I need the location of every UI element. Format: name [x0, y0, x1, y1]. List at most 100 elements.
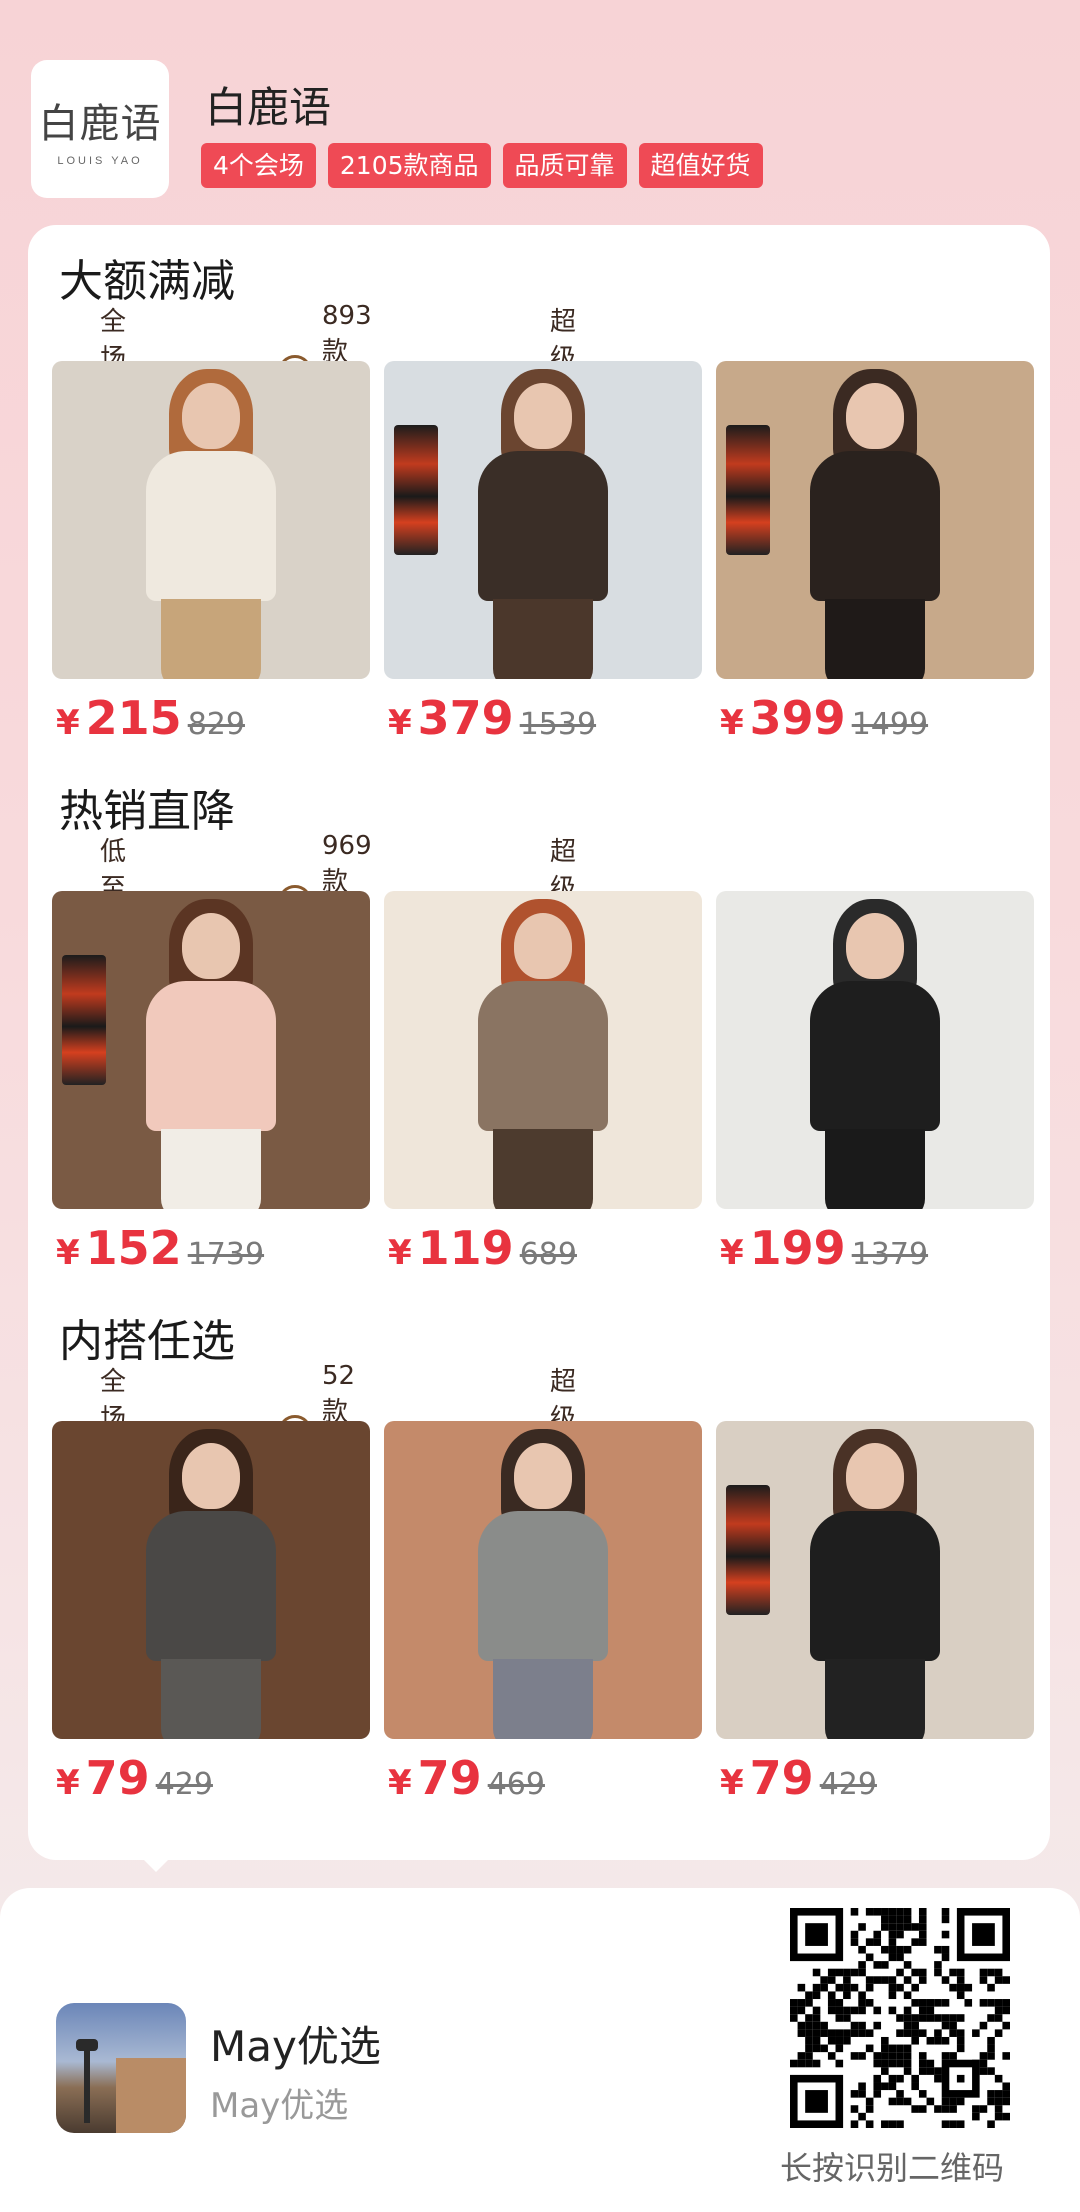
model-figure: [146, 369, 276, 679]
sale-price: 79: [749, 1751, 814, 1805]
avatar-building: [116, 2058, 186, 2133]
promo-badge-icon: [62, 955, 106, 1085]
original-price: 1379: [851, 1237, 929, 1272]
model-head: [846, 383, 904, 449]
model-head: [182, 1443, 240, 1509]
brand-name[interactable]: 白鹿语: [205, 74, 331, 135]
model-figure: [810, 899, 940, 1209]
price-row: ¥79 469: [388, 1751, 545, 1805]
currency-symbol: ¥: [388, 1233, 412, 1273]
sale-price: 79: [417, 1751, 482, 1805]
product-image[interactable]: [384, 1421, 702, 1739]
price-row: ¥119 689: [388, 1221, 577, 1275]
product-image[interactable]: [52, 1421, 370, 1739]
brand-logo[interactable]: 白鹿语 LOUIS YAO: [31, 60, 169, 198]
model-bottom: [161, 1659, 261, 1739]
qr-label: 长按识别二维码: [780, 2149, 1005, 2187]
model-head: [182, 383, 240, 449]
sale-price: 119: [417, 1221, 514, 1275]
model-head: [514, 383, 572, 449]
share-footer: May优选 May优选 长按识别二维码: [0, 1888, 1080, 2212]
original-price: 429: [819, 1767, 877, 1802]
model-outfit: [146, 451, 276, 601]
product-card[interactable]: ¥199 1379: [716, 891, 1034, 1275]
promo-section: 大额满减全场满199减30893款商品超级品牌日¥215829¥3791539¥…: [28, 225, 1050, 745]
price-row: ¥399 1499: [720, 691, 928, 745]
model-outfit: [810, 451, 940, 601]
model-bottom: [493, 1659, 593, 1739]
price-row: ¥152 1739: [56, 1221, 264, 1275]
model-outfit: [478, 451, 608, 601]
promo-section: 热销直降低至37元起969款商品超级品牌日¥1521739¥119689¥199…: [28, 755, 1050, 1275]
model-head: [514, 1443, 572, 1509]
original-price: 1539: [519, 707, 597, 742]
promo-badge-icon: [726, 1485, 770, 1615]
currency-symbol: ¥: [720, 1233, 744, 1273]
section-title[interactable]: 热销直降: [59, 775, 235, 839]
product-image[interactable]: [716, 1421, 1034, 1739]
model-figure: [810, 369, 940, 679]
shop-avatar[interactable]: [56, 2003, 186, 2133]
product-image[interactable]: [52, 891, 370, 1209]
brand-tag: 品质可靠: [502, 143, 627, 188]
model-outfit: [146, 1511, 276, 1661]
model-head: [846, 913, 904, 979]
brand-tag: 超值好货: [638, 143, 763, 188]
product-image[interactable]: [52, 361, 370, 679]
product-card[interactable]: ¥379 1539: [384, 361, 702, 745]
sale-price: 379: [417, 691, 514, 745]
product-card[interactable]: ¥79 429: [52, 1421, 370, 1805]
section-title[interactable]: 内搭任选: [59, 1305, 235, 1369]
logo-text-en: LOUIS YAO: [57, 155, 143, 167]
model-head: [846, 1443, 904, 1509]
currency-symbol: ¥: [56, 703, 80, 743]
original-price: 429: [155, 1767, 213, 1802]
promo-badge-icon: [726, 425, 770, 555]
product-card[interactable]: ¥399 1499: [716, 361, 1034, 745]
promo-badge-icon: [394, 425, 438, 555]
sale-price: 152: [85, 1221, 182, 1275]
model-figure: [146, 1429, 276, 1739]
model-outfit: [146, 981, 276, 1131]
model-figure: [478, 1429, 608, 1739]
currency-symbol: ¥: [388, 1763, 412, 1803]
model-figure: [478, 899, 608, 1209]
logo-text-cn: 白鹿语: [38, 101, 162, 147]
currency-symbol: ¥: [56, 1763, 80, 1803]
shop-name[interactable]: May优选: [210, 2013, 381, 2074]
promo-card: 大额满减全场满199减30893款商品超级品牌日¥215829¥3791539¥…: [28, 225, 1050, 1860]
product-card[interactable]: ¥79 469: [384, 1421, 702, 1805]
model-head: [182, 913, 240, 979]
product-card[interactable]: ¥119 689: [384, 891, 702, 1275]
product-card[interactable]: ¥152 1739: [52, 891, 370, 1275]
original-price: 689: [519, 1237, 577, 1272]
original-price: 469: [487, 1767, 545, 1802]
brand-tag: 4个会场: [201, 143, 316, 188]
sale-price: 199: [749, 1221, 846, 1275]
model-figure: [810, 1429, 940, 1739]
original-price: 1739: [187, 1237, 265, 1272]
product-image[interactable]: [384, 361, 702, 679]
currency-symbol: ¥: [720, 703, 744, 743]
price-row: ¥379 1539: [388, 691, 596, 745]
model-figure: [146, 899, 276, 1209]
store-header: 白鹿语 LOUIS YAO 白鹿语 4个会场 2105款商品 品质可靠 超值好货: [0, 0, 1080, 225]
currency-symbol: ¥: [56, 1233, 80, 1273]
model-bottom: [825, 599, 925, 679]
product-card[interactable]: ¥79 429: [716, 1421, 1034, 1805]
product-image[interactable]: [716, 891, 1034, 1209]
avatar-lamp-post: [84, 2043, 90, 2123]
price-row: ¥215 829: [56, 691, 245, 745]
sale-price: 79: [85, 1751, 150, 1805]
model-bottom: [161, 599, 261, 679]
section-title[interactable]: 大额满减: [59, 245, 235, 309]
product-card[interactable]: ¥215 829: [52, 361, 370, 745]
sale-price: 399: [749, 691, 846, 745]
currency-symbol: ¥: [388, 703, 412, 743]
original-price: 1499: [851, 707, 929, 742]
qr-code[interactable]: [790, 1908, 1010, 2128]
shop-subtitle: May优选: [210, 2086, 349, 2126]
product-image[interactable]: [384, 891, 702, 1209]
product-image[interactable]: [716, 361, 1034, 679]
model-bottom: [161, 1129, 261, 1209]
